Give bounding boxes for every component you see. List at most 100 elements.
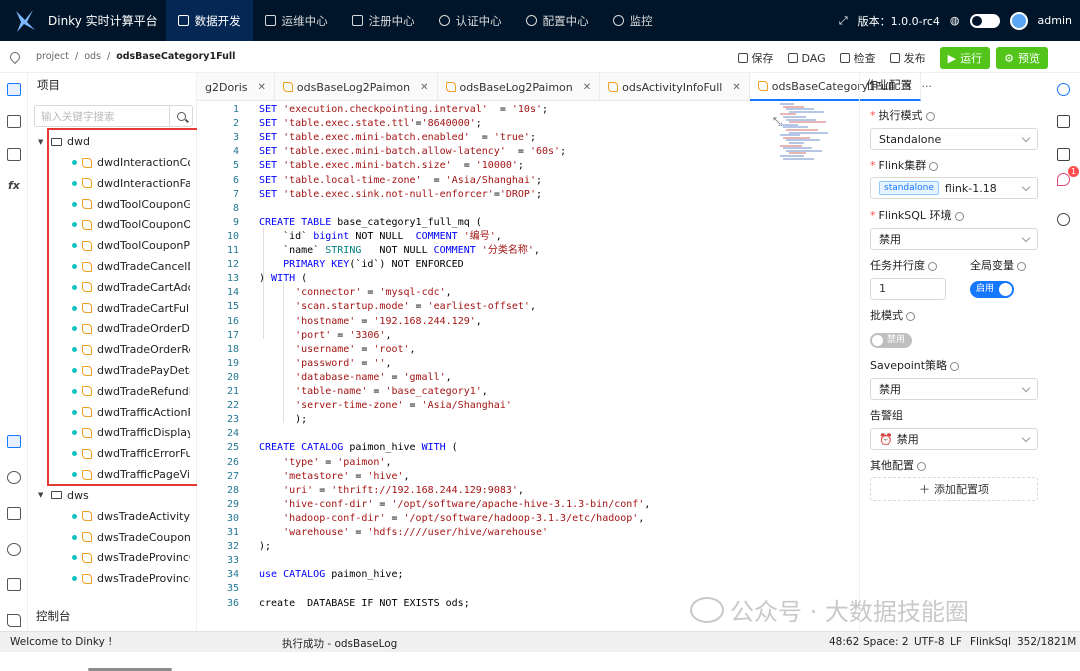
- project-tree-icon[interactable]: [7, 83, 21, 96]
- tree-item[interactable]: dwdInteractionComment: [72, 156, 190, 169]
- tree-item[interactable]: dwsTradeProvincOrder: [72, 551, 190, 564]
- tree-item[interactable]: dwdTradeCancelDetail: [72, 260, 190, 273]
- info-icon[interactable]: [1057, 213, 1070, 226]
- lineage-icon[interactable]: [7, 507, 21, 520]
- tree-item[interactable]: dwdTradeOrderRefund: [72, 343, 190, 356]
- close-tab-icon[interactable]: ✕: [420, 82, 428, 93]
- console-icon[interactable]: [7, 435, 21, 448]
- line-number: 2: [232, 118, 239, 130]
- tree-item[interactable]: dwdTrafficDisplayFull: [72, 426, 190, 439]
- exec-mode-select[interactable]: Standalone: [870, 128, 1038, 150]
- editor-tab[interactable]: g2Doris ✕: [197, 73, 275, 101]
- savepoint-label: Savepoint策略: [870, 357, 960, 373]
- breadcrumb-item[interactable]: ods: [84, 51, 101, 62]
- username[interactable]: admin: [1038, 14, 1072, 27]
- tree-item[interactable]: dwdInteractionFavorAdd: [72, 177, 190, 190]
- editor-tab[interactable]: odsActivityInfoFull ✕: [600, 73, 750, 101]
- dag-button[interactable]: DAG: [787, 52, 826, 65]
- publish-button[interactable]: 发布: [889, 50, 926, 66]
- tree-item[interactable]: dwdToolCouponPay: [72, 239, 190, 252]
- nav-item[interactable]: 配置中心: [514, 0, 601, 41]
- catalog-table-icon[interactable]: [7, 115, 21, 128]
- code-editor[interactable]: 1 SET 'execution.checkpointing.interval' …: [197, 101, 859, 631]
- preview-button[interactable]: ⚙ 预览: [996, 47, 1048, 69]
- table-data-icon[interactable]: [7, 578, 21, 591]
- check-button[interactable]: 检查: [839, 50, 876, 66]
- line-number: 6: [232, 174, 239, 186]
- language-globe-icon[interactable]: ◍: [950, 14, 960, 27]
- flinksql-file-icon: [82, 303, 92, 314]
- project-search-input[interactable]: 输入关键字搜索: [34, 105, 170, 127]
- line-number: 25: [226, 442, 239, 454]
- savepoint-select[interactable]: 禁用: [870, 378, 1038, 400]
- close-tab-icon[interactable]: ✕: [583, 82, 591, 93]
- nav-item[interactable]: 运维中心: [253, 0, 340, 41]
- parallel-input[interactable]: 1: [870, 278, 946, 300]
- nav-item[interactable]: 数据开发: [165, 0, 253, 41]
- flinksql-file-icon: [82, 448, 92, 459]
- global-var-switch[interactable]: 启用: [970, 281, 1014, 298]
- avatar[interactable]: [1009, 11, 1028, 30]
- add-config-button[interactable]: ＋添加配置项: [870, 477, 1038, 501]
- save-button[interactable]: 保存: [737, 50, 774, 66]
- tree-item[interactable]: dwdTradeCartAddFull: [72, 281, 190, 294]
- flinksql-file-icon: [82, 219, 92, 230]
- close-tab-icon[interactable]: ✕: [732, 82, 740, 93]
- editor-tab[interactable]: odsBaseLog2Paimon ✕: [438, 73, 601, 101]
- code-text: PRIMARY KEY(`id`) NOT ENFORCED: [259, 259, 464, 271]
- tree-item[interactable]: dwdTradeOrderDetail: [72, 322, 190, 335]
- dinky-logo-icon[interactable]: [8, 0, 42, 41]
- minimap[interactable]: [780, 101, 828, 161]
- code-line: 34 use CATALOG paimon_hive;: [197, 568, 797, 582]
- folder-icon[interactable]: [1057, 148, 1070, 161]
- code-text: 'table-name' = 'base_category1',: [295, 386, 488, 397]
- search-button[interactable]: [169, 105, 193, 127]
- caret-down-icon[interactable]: ▼: [38, 491, 46, 499]
- close-tab-icon[interactable]: ✕: [258, 82, 266, 93]
- pin-icon[interactable]: [1057, 173, 1070, 186]
- tree-item[interactable]: dwdTradeRefundPay: [72, 385, 190, 398]
- theme-toggle[interactable]: [969, 13, 1000, 28]
- tree-item[interactable]: dwdTradeCartFull: [72, 302, 190, 315]
- tree-item-label: dwsTradeActivityOrder: [97, 509, 190, 523]
- nav-item[interactable]: 监控: [601, 0, 665, 41]
- status-space: Space: 2: [863, 636, 909, 648]
- alert-select[interactable]: ⏰ 禁用: [870, 428, 1038, 450]
- tools-icon[interactable]: [7, 614, 21, 627]
- editor-tab[interactable]: odsBaseLog2Paimon ✕: [275, 73, 438, 101]
- console-title[interactable]: 控制台: [36, 608, 71, 624]
- nav-item[interactable]: 认证中心: [427, 0, 514, 41]
- tree-item[interactable]: dwdTrafficErrorFull: [72, 447, 190, 460]
- tree-item[interactable]: dwsTradeActivityOrder: [72, 510, 190, 523]
- tree-item[interactable]: dwdTradePayDetailSuc: [72, 364, 190, 377]
- status-dot: [72, 264, 77, 269]
- code-text: SET 'table.exec.mini-batch.allow-latency…: [259, 146, 567, 158]
- breadcrumb-item[interactable]: project: [36, 51, 69, 62]
- function-icon[interactable]: fx: [8, 179, 20, 192]
- env-select[interactable]: 禁用: [870, 228, 1038, 250]
- tree-item[interactable]: dwsTradeProvinceOrder: [72, 572, 190, 585]
- editor-tabs: g2Doris ✕ odsBaseLog2Paimon ✕ odsBaseLog2Pai…: [197, 73, 932, 101]
- tree-folder[interactable]: ▼ dwd: [38, 135, 90, 148]
- fullscreen-icon[interactable]: ⤢: [839, 14, 848, 28]
- tree-item[interactable]: dwsTradeCouponOrder: [72, 531, 190, 544]
- search-result-icon[interactable]: [7, 471, 21, 484]
- info-table-icon[interactable]: [1057, 115, 1070, 128]
- batch-switch[interactable]: 禁用: [870, 333, 912, 348]
- datasource-icon[interactable]: [7, 148, 21, 161]
- tree-item[interactable]: dwdToolCouponGet: [72, 198, 190, 211]
- settings-gear-icon[interactable]: [1057, 83, 1070, 96]
- tree-item[interactable]: dwdToolCouponOrder: [72, 218, 190, 231]
- run-button[interactable]: ▶ 运行: [939, 47, 991, 69]
- nav-item[interactable]: 注册中心: [340, 0, 427, 41]
- line-number: 11: [226, 245, 239, 256]
- caret-down-icon[interactable]: ▼: [38, 138, 46, 146]
- tree-folder[interactable]: ▼ dws: [38, 489, 89, 502]
- tree-item[interactable]: dwdTrafficActionFull: [72, 406, 190, 419]
- tree-item[interactable]: dwdTrafficPageView: [72, 468, 190, 481]
- code-text: 'port' = '3306',: [295, 329, 392, 341]
- cluster-select[interactable]: standalone flink-1.18: [870, 177, 1038, 199]
- line-number: 12: [226, 259, 239, 271]
- history-icon[interactable]: [7, 543, 21, 556]
- line-number: 36: [226, 597, 239, 609]
